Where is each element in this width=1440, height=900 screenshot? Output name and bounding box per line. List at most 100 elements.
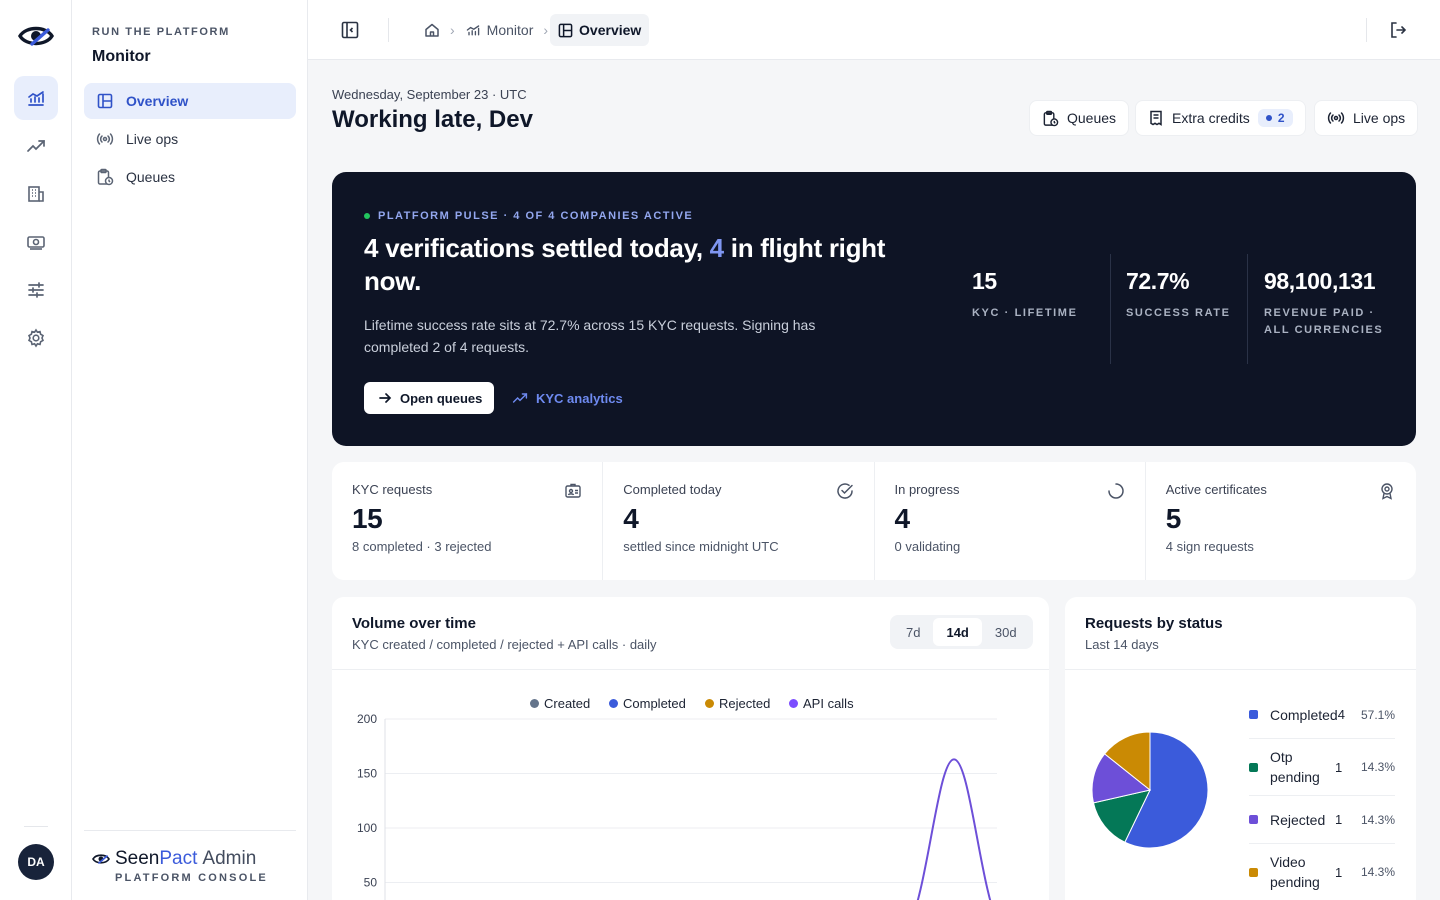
logout-icon: [1391, 22, 1407, 38]
eye-logo-icon: [92, 854, 110, 864]
live-ops-button[interactable]: Live ops: [1314, 100, 1419, 136]
platform-pulse-hero: PLATFORM PULSE · 4 OF 4 COMPANIES ACTIVE…: [332, 172, 1416, 446]
chevron-right-icon: ›: [450, 22, 455, 38]
breadcrumb-label: Monitor: [486, 22, 534, 38]
legend-percent: 14.3%: [1360, 760, 1395, 774]
legend-count: 4: [1337, 707, 1345, 722]
legend-swatch-rejected: [705, 699, 714, 708]
chevron-right-icon: ›: [543, 22, 549, 38]
rail-billing-button[interactable]: [14, 220, 58, 264]
layout-icon: [558, 23, 573, 37]
stat-value: 15: [972, 268, 997, 294]
home-icon: [425, 23, 439, 37]
pulse-eyebrow: PLATFORM PULSE · 4 OF 4 COMPANIES ACTIVE: [364, 210, 693, 222]
breadcrumb-home[interactable]: [416, 14, 448, 46]
legend-label-api: API calls: [803, 696, 854, 711]
extra-credits-label: Extra credits: [1172, 110, 1250, 126]
legend-percent: 14.3%: [1360, 865, 1395, 879]
kpi-kyc-requests[interactable]: KYC requests 15 8 completed · 3 rejected: [332, 462, 604, 580]
extra-credits-count: 2: [1277, 111, 1285, 125]
legend-name: Completed: [1270, 706, 1338, 723]
icon-rail: DA: [0, 0, 72, 900]
page-title: Working late, Dev: [332, 106, 533, 133]
sidebar-footer-divider: [84, 830, 296, 831]
hero-headline-part: 4 verifications settled today,: [364, 233, 710, 263]
kpi-value: 4: [623, 503, 639, 534]
money-icon: [27, 236, 45, 250]
stat-divider: [1247, 254, 1248, 364]
avatar[interactable]: DA: [18, 844, 54, 880]
brand-subtitle: PLATFORM CONSOLE: [115, 872, 268, 884]
requests-by-status-card: Requests by status Last 14 days Complete…: [1065, 597, 1416, 900]
gear-icon: [27, 328, 45, 348]
kpi-value: 4: [894, 503, 911, 534]
stat-label: KYC · LIFETIME: [972, 307, 1078, 319]
top-bar: › Monitor › Overview: [308, 0, 1440, 60]
kpi-subtext: 0 validating: [894, 539, 961, 554]
legend-swatch: [1249, 762, 1258, 772]
legend-percent: 57.1%: [1360, 707, 1395, 722]
kyc-analytics-link[interactable]: KYC analytics: [512, 382, 623, 414]
spinner-icon: [1108, 483, 1124, 499]
id-card-icon: [565, 483, 581, 498]
legend-name: Otp pending: [1270, 749, 1320, 785]
legend-row-completed[interactable]: Completed 4 57.1%: [1249, 691, 1395, 739]
stat-value: 72.7%: [1126, 268, 1190, 294]
range-30d[interactable]: 30d: [982, 618, 1030, 646]
hero-headline-accent: 4: [709, 233, 724, 263]
trend-icon: [27, 140, 45, 152]
kpi-value: 15: [352, 503, 383, 534]
sidebar-item-live-ops[interactable]: Live ops: [84, 121, 296, 157]
queues-button-label: Queues: [1067, 110, 1117, 126]
sidebar-title: Monitor: [92, 48, 151, 65]
legend-label-completed: Completed: [623, 696, 686, 711]
legend-swatch-created: [530, 699, 539, 708]
broadcast-icon: [96, 130, 114, 148]
open-queues-button[interactable]: Open queues: [364, 382, 495, 414]
legend-row-video-pending[interactable]: Video pending 1 14.3%: [1249, 844, 1395, 900]
legend-row-otp-pending[interactable]: Otp pending 1 14.3%: [1249, 739, 1395, 796]
bar-chart-icon: [466, 25, 479, 36]
pulse-text: PLATFORM PULSE · 4 OF 4 COMPANIES ACTIVE: [378, 210, 694, 222]
eye-logo-icon[interactable]: [18, 22, 54, 50]
hero-body: Lifetime success rate sits at 72.7% acro…: [364, 317, 816, 355]
breadcrumb-monitor[interactable]: Monitor: [457, 14, 542, 46]
kpi-active-certificates[interactable]: Active certificates 5 4 sign requests: [1146, 462, 1416, 580]
sidebar-item-queues[interactable]: Queues: [84, 159, 296, 195]
rail-monitor-button[interactable]: [14, 76, 58, 120]
legend-row-rejected[interactable]: Rejected 1 14.3%: [1249, 796, 1395, 844]
series-line-api-calls: [916, 758, 992, 900]
y-tick-label: 150: [357, 767, 377, 781]
brand-admin: Admin: [202, 848, 257, 869]
kpi-subtext: 8 completed · 3 rejected: [352, 539, 492, 554]
kpi-in-progress[interactable]: In progress 4 0 validating: [875, 462, 1146, 580]
legend-label-created: Created: [544, 696, 590, 711]
stat-value: 98,100,131: [1264, 268, 1376, 294]
range-7d[interactable]: 7d: [893, 618, 933, 646]
brand-name: Seen Pact Admin: [92, 848, 256, 870]
range-14d[interactable]: 14d: [933, 618, 982, 646]
clipboard-clock-icon: [96, 168, 114, 186]
legend-percent: 14.3%: [1360, 812, 1395, 827]
award-icon: [1381, 483, 1393, 500]
kpi-label: Completed today: [623, 482, 722, 497]
kpi-completed-today[interactable]: Completed today 4 settled since midnight…: [603, 462, 875, 580]
stat-label: REVENUE PAID · ALL CURRENCIES: [1264, 307, 1384, 336]
sliders-icon: [28, 282, 44, 298]
queues-button[interactable]: Queues: [1029, 100, 1130, 136]
legend-name: Video pending: [1270, 854, 1320, 890]
extra-credits-button[interactable]: Extra credits 2: [1135, 100, 1306, 136]
rail-controls-button[interactable]: [14, 268, 58, 312]
range-selector: 7d 14d 30d: [890, 615, 1033, 649]
sidebar-item-overview[interactable]: Overview: [84, 83, 296, 119]
breadcrumb-overview[interactable]: Overview: [550, 14, 650, 46]
rail-companies-button[interactable]: [14, 172, 58, 216]
sidebar-toggle-button[interactable]: [338, 18, 362, 42]
brand-seen: Seen: [115, 848, 160, 869]
rail-settings-button[interactable]: [14, 316, 58, 360]
trend-icon: [512, 393, 528, 403]
clipboard-clock-icon: [1043, 110, 1059, 126]
rail-analytics-button[interactable]: [14, 124, 58, 168]
legend-swatch: [1249, 710, 1258, 719]
logout-button[interactable]: [1386, 18, 1410, 42]
